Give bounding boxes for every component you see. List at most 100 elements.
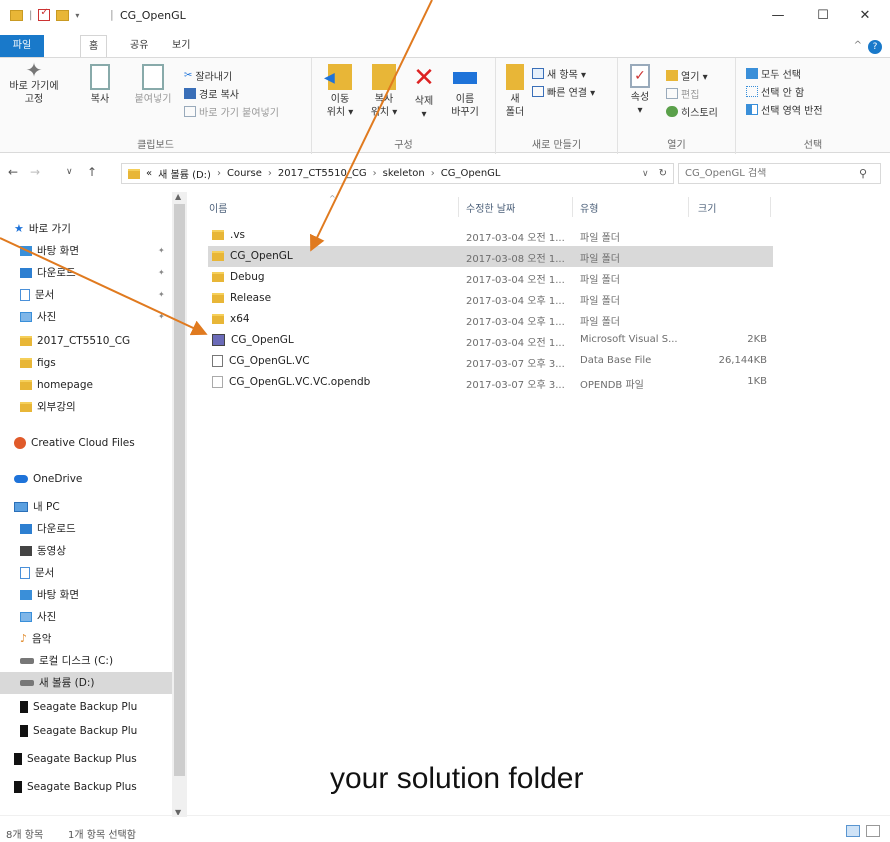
column-header-date[interactable]: 수정한 날짜 [466,200,515,215]
tab-file[interactable]: 파일 [0,35,44,57]
column-divider[interactable] [770,197,771,217]
column-header-type[interactable]: 유형 [580,200,598,215]
scroll-up-icon[interactable]: ▲ [175,192,181,201]
breadcrumb-overflow[interactable]: « [146,168,152,179]
new-item-button[interactable]: 새 항목 ▾ [532,66,586,81]
column-header-name[interactable]: 이름 [209,200,227,215]
collapse-ribbon-icon[interactable]: ^ [854,40,862,51]
search-box[interactable]: ⚲ [678,163,881,184]
sidebar-item[interactable]: 바탕 화면 [0,584,172,606]
search-icon[interactable]: ⚲ [859,167,867,180]
address-dropdown-icon[interactable]: ∨ [642,169,649,179]
search-input[interactable] [679,168,849,179]
drive-icon [20,701,28,713]
breadcrumb-separator[interactable]: › [373,168,377,179]
recent-locations-icon[interactable]: ∨ [66,167,73,177]
close-button[interactable]: ✕ [850,4,880,28]
forward-button[interactable]: → [30,165,40,179]
large-icons-view-button[interactable] [866,825,880,837]
details-view-button[interactable] [846,825,860,837]
properties-quick-icon[interactable] [38,7,51,21]
back-button[interactable]: ← [8,165,18,179]
file-row[interactable]: CG_OpenGL 2017-03-08 오전 1... 파일 폴더 [208,246,773,267]
sidebar-item[interactable]: Seagate Backup Plu [0,720,172,742]
column-divider[interactable] [458,197,459,217]
copy-to-button[interactable]: 복사 위치 ▾ [364,64,404,119]
up-button[interactable]: ↑ [87,165,97,179]
sidebar-item[interactable]: 문서 ✦ [0,284,172,306]
sidebar-item[interactable]: 로컬 디스크 (C:) [0,650,172,672]
tab-home[interactable]: 홈 [80,35,108,57]
properties-button[interactable]: ✓ 속성 ▾ [622,64,658,117]
delete-button[interactable]: ✕ 삭제 ▾ [404,64,444,121]
sidebar-item[interactable]: Creative Cloud Files [0,432,172,454]
column-header-size[interactable]: 크기 [698,200,716,215]
sidebar-item[interactable]: Seagate Backup Plus [0,748,172,770]
history-button[interactable]: 히스토리 [666,104,718,119]
easy-access-button[interactable]: 빠른 연결 ▾ [532,84,595,99]
column-divider[interactable] [572,197,573,217]
move-to-button[interactable]: ◀ 이동 위치 ▾ [320,64,360,119]
sidebar-item[interactable]: OneDrive [0,468,172,490]
sidebar-item[interactable]: 2017_CT5510_CG [0,330,172,352]
sidebar-item[interactable]: figs [0,352,172,374]
sidebar-item[interactable]: Seagate Backup Plus [0,776,172,798]
sidebar-item[interactable]: Seagate Backup Plu [0,696,172,718]
file-row[interactable]: x64 2017-03-04 오후 1... 파일 폴더 [208,309,773,330]
sidebar-item[interactable]: 내 PC [0,496,172,518]
cut-button[interactable]: ✂ 잘라내기 [184,68,232,83]
paste-shortcut-button[interactable]: 바로 가기 붙여넣기 [184,104,279,119]
select-all-button[interactable]: 모두 선택 [746,66,801,81]
sidebar-item[interactable]: ★ 바로 가기 [0,218,172,240]
column-divider[interactable] [688,197,689,217]
address-bar[interactable]: « 새 볼륨 (D:) › Course › 2017_CT5510_CG › … [121,163,674,184]
sidebar-item[interactable]: homepage [0,374,172,396]
sidebar-item[interactable]: 다운로드 ✦ [0,262,172,284]
breadcrumb-separator[interactable]: › [431,168,435,179]
customize-quick-access-icon[interactable]: ▾ [75,11,79,20]
new-folder-quick-icon[interactable] [56,9,70,21]
sidebar-item[interactable]: 다운로드 [0,518,172,540]
sidebar-scrollbar[interactable]: ▲ ▼ [172,192,187,817]
copy-button[interactable]: 복사 [80,64,120,106]
breadcrumb-drive[interactable]: 새 볼륨 (D:) [158,166,211,181]
breadcrumb-course[interactable]: Course [227,168,262,179]
copy-path-button[interactable]: 경로 복사 [184,86,239,101]
file-row[interactable]: CG_OpenGL.VC 2017-03-07 오후 3... Data Base … [208,351,773,372]
maximize-button[interactable]: ☐ [808,4,838,28]
file-row[interactable]: CG_OpenGL.VC.VC.opendb 2017-03-07 오후 3...… [208,372,773,393]
rename-button[interactable]: 이름 바꾸기 [442,64,488,119]
sidebar-item[interactable]: 동영상 [0,540,172,562]
select-none-button[interactable]: 선택 안 함 [746,84,804,99]
sidebar-item[interactable]: 새 볼륨 (D:) [0,672,172,694]
sidebar-item[interactable]: 사진 ✦ [0,306,172,328]
sidebar-item[interactable]: ♪ 음악 [0,628,172,650]
edit-button[interactable]: 편집 [666,86,699,101]
breadcrumb-skeleton[interactable]: skeleton [383,168,425,179]
file-row[interactable]: Release 2017-03-04 오후 1... 파일 폴더 [208,288,773,309]
new-item-icon [532,68,544,79]
paste-button[interactable]: 붙여넣기 [128,64,178,106]
breadcrumb-cg-opengl[interactable]: CG_OpenGL [441,168,501,179]
tab-view[interactable]: 보기 [164,35,198,57]
file-row[interactable]: Debug 2017-03-04 오전 1... 파일 폴더 [208,267,773,288]
sidebar-item[interactable]: 바탕 화면 ✦ [0,240,172,262]
minimize-button[interactable]: — [763,4,793,28]
open-button[interactable]: 열기 ▾ [666,68,708,83]
sidebar-item[interactable]: 사진 [0,606,172,628]
breadcrumb-2017-ct5510-cg[interactable]: 2017_CT5510_CG [278,168,367,179]
sidebar-item[interactable]: 외부강의 [0,396,172,418]
file-row[interactable]: .vs 2017-03-04 오전 1... 파일 폴더 [208,225,773,246]
breadcrumb-separator[interactable]: › [268,168,272,179]
tab-share[interactable]: 공유 [122,35,156,57]
sidebar-item[interactable]: 문서 [0,562,172,584]
file-row[interactable]: CG_OpenGL 2017-03-04 오전 1... Microsoft Vis… [208,330,773,351]
breadcrumb-separator[interactable]: › [217,168,221,179]
invert-selection-label: 선택 영역 반전 [761,106,823,117]
invert-selection-button[interactable]: 선택 영역 반전 [746,102,823,117]
refresh-icon[interactable]: ↻ [659,168,667,179]
scrollbar-thumb[interactable] [174,204,185,776]
pin-to-quick-access-button[interactable]: ✦ 바로 가기에 고정 [2,60,66,106]
help-icon[interactable]: ? [868,40,882,54]
new-folder-button[interactable]: 새 폴더 [500,64,530,119]
